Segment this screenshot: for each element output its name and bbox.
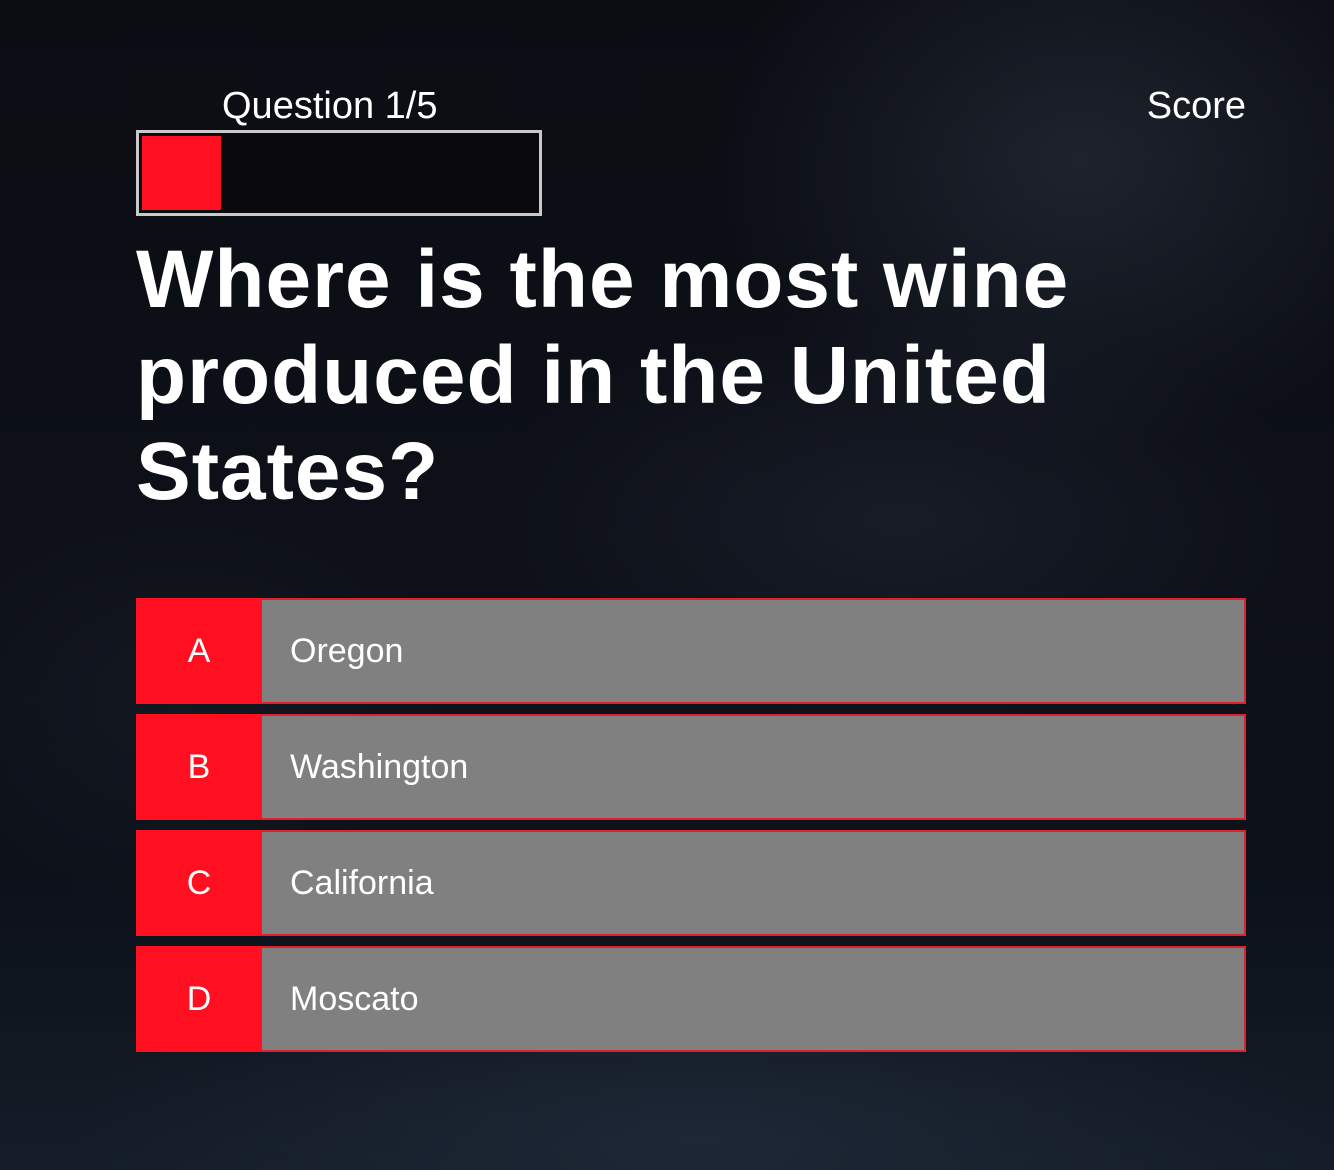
answer-option-c[interactable]: C California [136,830,1246,936]
answer-letter: C [136,830,262,936]
answer-letter: A [136,598,262,704]
answer-label: Oregon [262,598,1246,704]
score-label: Score [1146,85,1246,127]
answer-label: California [262,830,1246,936]
answer-option-d[interactable]: D Moscato [136,946,1246,1052]
answer-letter: B [136,714,262,820]
progress-bar-fill [142,136,221,210]
answer-letter: D [136,946,262,1052]
answer-label: Moscato [262,946,1246,1052]
question-counter: Question 1/5 [222,85,438,127]
answer-list: A Oregon B Washington C California D Mos… [136,598,1246,1062]
question-text: Where is the most wine produced in the U… [136,234,1070,517]
answer-label: Washington [262,714,1246,820]
answer-option-a[interactable]: A Oregon [136,598,1246,704]
progress-bar [136,130,542,216]
answer-option-b[interactable]: B Washington [136,714,1246,820]
